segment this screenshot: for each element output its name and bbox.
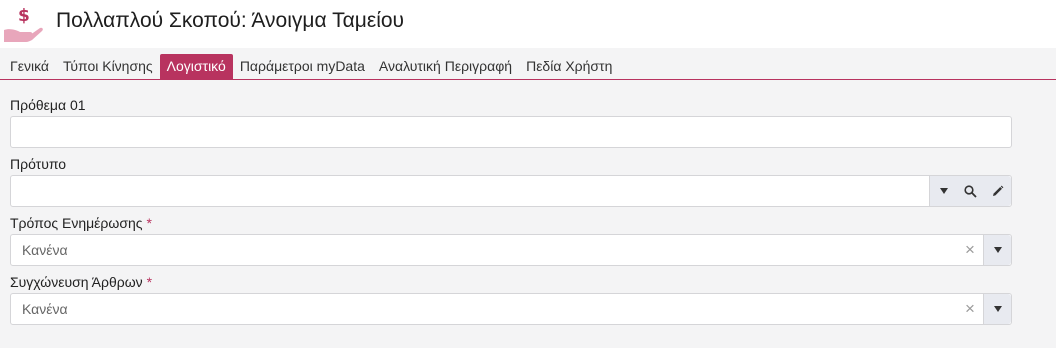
update-mode-value: Κανένα: [22, 242, 68, 258]
tab-movement-types[interactable]: Τύποι Κίνησης: [56, 54, 160, 79]
update-mode-label-text: Τρόπος Ενημέρωσης: [10, 215, 143, 231]
update-mode-button-group: [983, 235, 1011, 265]
tab-user-fields[interactable]: Πεδία Χρήστη: [519, 54, 619, 79]
money-hand-icon: $: [4, 6, 43, 42]
update-mode-label: Τρόπος Ενημέρωσης *: [10, 214, 1012, 234]
merge-entries-select[interactable]: Κανένα ×: [10, 293, 1012, 325]
merge-entries-button-group: [983, 294, 1011, 324]
template-field: Πρότυπο: [10, 155, 1012, 207]
tab-mydata-parameters[interactable]: Παράμετροι myData: [233, 54, 372, 79]
page-header: $ Πολλαπλού Σκοπού: Άνοιγμα Ταμείου: [0, 0, 1056, 48]
prefix-label: Πρόθεμα 01: [10, 97, 86, 113]
template-lookup-input[interactable]: [10, 175, 1012, 207]
merge-entries-label-text: Συγχώνευση Άρθρων: [10, 274, 143, 290]
update-mode-field: Τρόπος Ενημέρωσης * Κανένα ×: [10, 214, 1012, 266]
template-search-button[interactable]: [957, 176, 984, 206]
tab-detailed-description[interactable]: Αναλυτική Περιγραφή: [372, 54, 519, 79]
pencil-icon: [993, 185, 1004, 196]
tab-bar: Γενικά Τύποι Κίνησης Λογιστικό Παράμετρο…: [0, 54, 1056, 80]
prefix-input[interactable]: [10, 116, 1012, 148]
merge-entries-label: Συγχώνευση Άρθρων *: [10, 273, 1012, 293]
tab-general[interactable]: Γενικά: [3, 54, 56, 79]
prefix-field: Πρόθεμα 01: [10, 96, 1012, 148]
required-asterisk: *: [146, 274, 153, 290]
caret-down-icon: [939, 188, 948, 194]
caret-down-icon: [993, 306, 1002, 312]
clear-icon[interactable]: ×: [959, 294, 981, 324]
template-edit-button[interactable]: [984, 176, 1011, 206]
caret-down-icon: [993, 247, 1002, 253]
update-mode-dropdown-button[interactable]: [984, 235, 1011, 265]
template-button-group: [929, 176, 1011, 206]
merge-entries-field: Συγχώνευση Άρθρων * Κανένα ×: [10, 273, 1012, 325]
svg-text:$: $: [18, 6, 30, 26]
page-title: Πολλαπλού Σκοπού: Άνοιγμα Ταμείου: [56, 9, 405, 32]
merge-entries-value: Κανένα: [22, 301, 68, 317]
tab-accounting[interactable]: Λογιστικό: [159, 54, 233, 79]
required-asterisk: *: [146, 215, 152, 231]
clear-icon[interactable]: ×: [959, 235, 981, 265]
update-mode-select[interactable]: Κανένα ×: [10, 234, 1012, 266]
search-icon: [964, 184, 977, 198]
template-label: Πρότυπο: [10, 156, 67, 172]
template-dropdown-button[interactable]: [930, 176, 957, 206]
merge-entries-dropdown-button[interactable]: [984, 294, 1011, 324]
